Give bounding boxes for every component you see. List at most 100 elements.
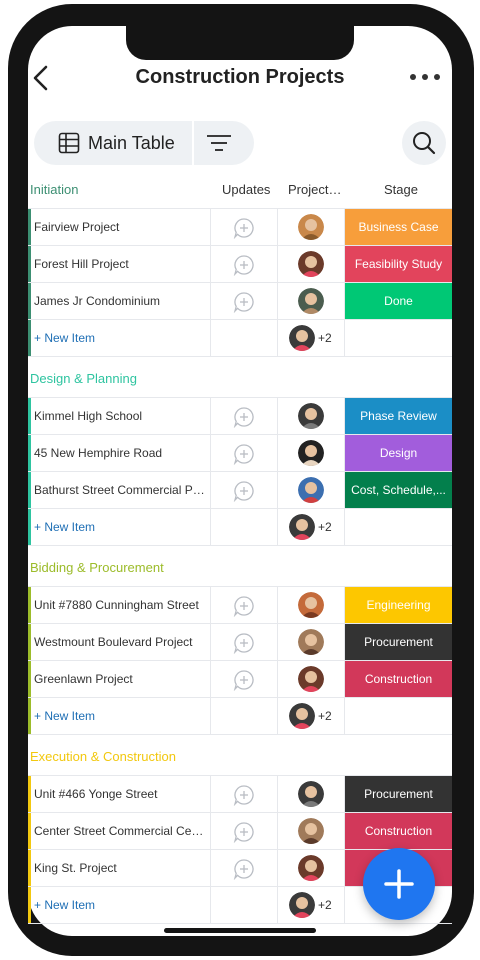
item-name[interactable]: Fairview Project bbox=[34, 220, 206, 234]
stage-status[interactable]: Business Case bbox=[345, 209, 452, 245]
cell-divider bbox=[277, 472, 278, 509]
avatar[interactable] bbox=[298, 440, 324, 466]
add-update-icon[interactable] bbox=[233, 784, 255, 807]
stage-status[interactable]: Procurement bbox=[345, 776, 452, 812]
add-update-icon[interactable] bbox=[233, 406, 255, 429]
more-people-count[interactable]: +2 bbox=[318, 520, 332, 534]
stage-status[interactable]: Cost, Schedule,... bbox=[345, 472, 452, 508]
item-name[interactable]: Center Street Commercial Cent... bbox=[34, 824, 206, 838]
new-item-row[interactable]: + New Item +2 bbox=[28, 319, 452, 357]
cell-divider bbox=[210, 624, 211, 661]
cell-divider bbox=[210, 246, 211, 283]
avatar[interactable] bbox=[289, 325, 315, 351]
stage-status[interactable]: Construction bbox=[345, 661, 452, 697]
more-people-count[interactable]: +2 bbox=[318, 709, 332, 723]
avatar[interactable] bbox=[298, 781, 324, 807]
main-table-view-selector[interactable]: Main Table bbox=[34, 121, 254, 165]
add-update-icon[interactable] bbox=[233, 443, 255, 466]
item-name[interactable]: Greenlawn Project bbox=[34, 672, 206, 686]
avatar[interactable] bbox=[298, 666, 324, 692]
item-name[interactable]: Westmount Boulevard Project bbox=[34, 635, 206, 649]
new-item-link[interactable]: + New Item bbox=[34, 520, 206, 534]
filter-icon[interactable] bbox=[206, 134, 232, 152]
new-item-row[interactable]: + New Item +2 bbox=[28, 508, 452, 546]
item-name[interactable]: 45 New Hemphire Road bbox=[34, 446, 206, 460]
avatar[interactable] bbox=[289, 703, 315, 729]
cell-divider bbox=[277, 320, 278, 357]
item-name[interactable]: Unit #466 Yonge Street bbox=[34, 787, 206, 801]
cell-divider bbox=[277, 887, 278, 924]
add-update-icon[interactable] bbox=[233, 669, 255, 692]
add-update-icon[interactable] bbox=[233, 632, 255, 655]
table-row[interactable]: Greenlawn Project Construction bbox=[28, 660, 452, 698]
item-name[interactable]: James Jr Condominium bbox=[34, 294, 206, 308]
search-button[interactable] bbox=[402, 121, 446, 165]
table-row[interactable]: Fairview Project Business Case bbox=[28, 208, 452, 246]
add-update-icon[interactable] bbox=[233, 217, 255, 240]
table-row[interactable]: Bathurst Street Commercial Pr... Cost, Sc… bbox=[28, 471, 452, 509]
stage-status[interactable]: Feasibility Study bbox=[345, 246, 452, 282]
back-button[interactable] bbox=[30, 64, 54, 92]
avatar[interactable] bbox=[298, 818, 324, 844]
stage-status[interactable]: Construction bbox=[345, 813, 452, 849]
add-update-icon[interactable] bbox=[233, 821, 255, 844]
avatar[interactable] bbox=[298, 592, 324, 618]
stage-status[interactable]: Engineering bbox=[345, 587, 452, 623]
stage-status[interactable]: Design bbox=[345, 435, 452, 471]
item-name[interactable]: Bathurst Street Commercial Pr... bbox=[34, 483, 206, 497]
avatar[interactable] bbox=[298, 629, 324, 655]
column-header-updates[interactable]: Updates bbox=[222, 182, 270, 197]
avatar[interactable] bbox=[289, 514, 315, 540]
avatar[interactable] bbox=[298, 403, 324, 429]
cell-divider bbox=[277, 698, 278, 735]
phone-notch bbox=[126, 24, 354, 60]
new-item-link[interactable]: + New Item bbox=[34, 709, 206, 723]
add-update-icon[interactable] bbox=[233, 254, 255, 277]
item-name[interactable]: Forest Hill Project bbox=[34, 257, 206, 271]
table-row[interactable]: Unit #7880 Cunningham Street Engineering bbox=[28, 586, 452, 624]
group-title[interactable]: Execution & Construction bbox=[30, 749, 176, 764]
more-people-count[interactable]: +2 bbox=[318, 898, 332, 912]
more-options-button[interactable] bbox=[408, 68, 442, 86]
cell-divider bbox=[277, 624, 278, 661]
avatar[interactable] bbox=[298, 855, 324, 881]
column-header-stage[interactable]: Stage bbox=[384, 182, 418, 197]
table-row[interactable]: 45 New Hemphire Road Design bbox=[28, 434, 452, 472]
cell-divider bbox=[210, 850, 211, 887]
table-row[interactable]: James Jr Condominium Done bbox=[28, 282, 452, 320]
avatar[interactable] bbox=[289, 892, 315, 918]
table-row[interactable]: Center Street Commercial Cent... Construc… bbox=[28, 812, 452, 850]
stage-status[interactable]: Done bbox=[345, 283, 452, 319]
add-update-icon[interactable] bbox=[233, 480, 255, 503]
table-row[interactable]: Unit #466 Yonge Street Procurement bbox=[28, 775, 452, 813]
more-horizontal-icon bbox=[410, 74, 416, 80]
cell-divider bbox=[210, 661, 211, 698]
item-name[interactable]: King St. Project bbox=[34, 861, 206, 875]
table-icon bbox=[58, 132, 80, 154]
table-row[interactable]: Westmount Boulevard Project Procurement bbox=[28, 623, 452, 661]
add-update-icon[interactable] bbox=[233, 858, 255, 881]
item-name[interactable]: Kimmel High School bbox=[34, 409, 206, 423]
item-name[interactable]: Unit #7880 Cunningham Street bbox=[34, 598, 206, 612]
new-item-link[interactable]: + New Item bbox=[34, 898, 206, 912]
column-header-project-owner[interactable]: Project… bbox=[288, 182, 341, 197]
new-item-row[interactable]: + New Item +2 bbox=[28, 697, 452, 735]
new-item-link[interactable]: + New Item bbox=[34, 331, 206, 345]
stage-status[interactable]: Phase Review bbox=[345, 398, 452, 434]
cell-divider bbox=[277, 435, 278, 472]
avatar[interactable] bbox=[298, 477, 324, 503]
avatar[interactable] bbox=[298, 214, 324, 240]
add-update-icon[interactable] bbox=[233, 291, 255, 314]
avatar[interactable] bbox=[298, 251, 324, 277]
stage-status[interactable]: Procurement bbox=[345, 624, 452, 660]
more-people-count[interactable]: +2 bbox=[318, 331, 332, 345]
avatar[interactable] bbox=[298, 288, 324, 314]
add-update-icon[interactable] bbox=[233, 595, 255, 618]
table-row[interactable]: Forest Hill Project Feasibility Study bbox=[28, 245, 452, 283]
group-title[interactable]: Design & Planning bbox=[30, 371, 137, 386]
cell-divider bbox=[210, 398, 211, 435]
table-row[interactable]: Kimmel High School Phase Review bbox=[28, 397, 452, 435]
group-title[interactable]: Initiation bbox=[30, 182, 78, 197]
add-item-fab[interactable] bbox=[363, 848, 435, 920]
group-title[interactable]: Bidding & Procurement bbox=[30, 560, 164, 575]
